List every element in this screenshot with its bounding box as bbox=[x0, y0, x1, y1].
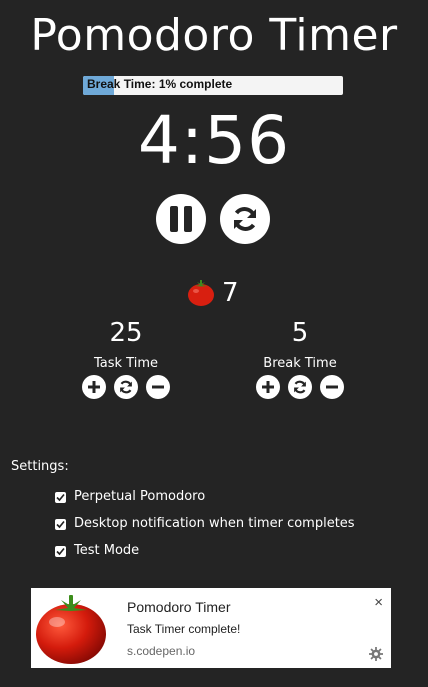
app-title: Pomodoro Timer bbox=[30, 10, 398, 61]
setting-test-mode[interactable]: Test Mode bbox=[55, 543, 139, 558]
setting-label: Desktop notification when timer complete… bbox=[74, 516, 355, 531]
setting-label: Perpetual Pomodoro bbox=[74, 489, 206, 504]
break-reset-button[interactable] bbox=[288, 375, 312, 399]
checkbox[interactable] bbox=[55, 546, 66, 557]
task-time-panel: 25 Task Time bbox=[76, 318, 176, 399]
gear-icon[interactable] bbox=[369, 647, 383, 661]
break-increase-button[interactable] bbox=[256, 375, 280, 399]
pause-icon bbox=[170, 206, 192, 232]
setting-perpetual-pomodoro[interactable]: Perpetual Pomodoro bbox=[55, 489, 205, 504]
refresh-icon bbox=[234, 207, 256, 231]
refresh-icon bbox=[294, 380, 306, 394]
break-decrease-button[interactable] bbox=[320, 375, 344, 399]
setting-desktop-notification[interactable]: Desktop notification when timer complete… bbox=[55, 516, 355, 531]
check-icon bbox=[56, 547, 65, 556]
break-time-value: 5 bbox=[291, 318, 309, 348]
plus-icon bbox=[88, 381, 100, 393]
plus-icon bbox=[262, 381, 274, 393]
tomato-icon bbox=[188, 280, 214, 306]
reset-button[interactable] bbox=[220, 194, 270, 244]
timer-display: 4:56 bbox=[137, 102, 291, 179]
pomodoro-count-value: 7 bbox=[222, 278, 239, 308]
break-time-label: Break Time bbox=[263, 356, 337, 371]
check-icon bbox=[56, 520, 65, 529]
minus-icon bbox=[152, 385, 164, 389]
progress-label: Break Time: 1% complete bbox=[87, 77, 233, 91]
settings-heading: Settings: bbox=[11, 459, 69, 474]
check-icon bbox=[56, 493, 65, 502]
notification-message: Task Timer complete! bbox=[127, 622, 241, 636]
task-time-label: Task Time bbox=[93, 356, 158, 371]
notification-source: s.codepen.io bbox=[127, 644, 196, 658]
minus-icon bbox=[326, 385, 338, 389]
task-time-value: 25 bbox=[109, 318, 143, 348]
setting-label: Test Mode bbox=[74, 543, 140, 558]
notification-close-button[interactable]: × bbox=[374, 594, 383, 611]
checkbox[interactable] bbox=[55, 492, 66, 503]
task-increase-button[interactable] bbox=[82, 375, 106, 399]
task-reset-button[interactable] bbox=[114, 375, 138, 399]
tomato-image bbox=[36, 595, 106, 664]
checkbox[interactable] bbox=[55, 519, 66, 530]
notification-title: Pomodoro Timer bbox=[127, 599, 231, 615]
task-decrease-button[interactable] bbox=[146, 375, 170, 399]
progress-bar: Break Time: 1% complete bbox=[83, 76, 343, 95]
refresh-icon bbox=[120, 380, 132, 394]
break-time-panel: 5 Break Time bbox=[250, 318, 350, 399]
pause-button[interactable] bbox=[156, 194, 206, 244]
desktop-notification[interactable]: Pomodoro Timer Task Timer complete! s.co… bbox=[31, 588, 391, 668]
pomodoro-count: 7 bbox=[186, 278, 239, 308]
